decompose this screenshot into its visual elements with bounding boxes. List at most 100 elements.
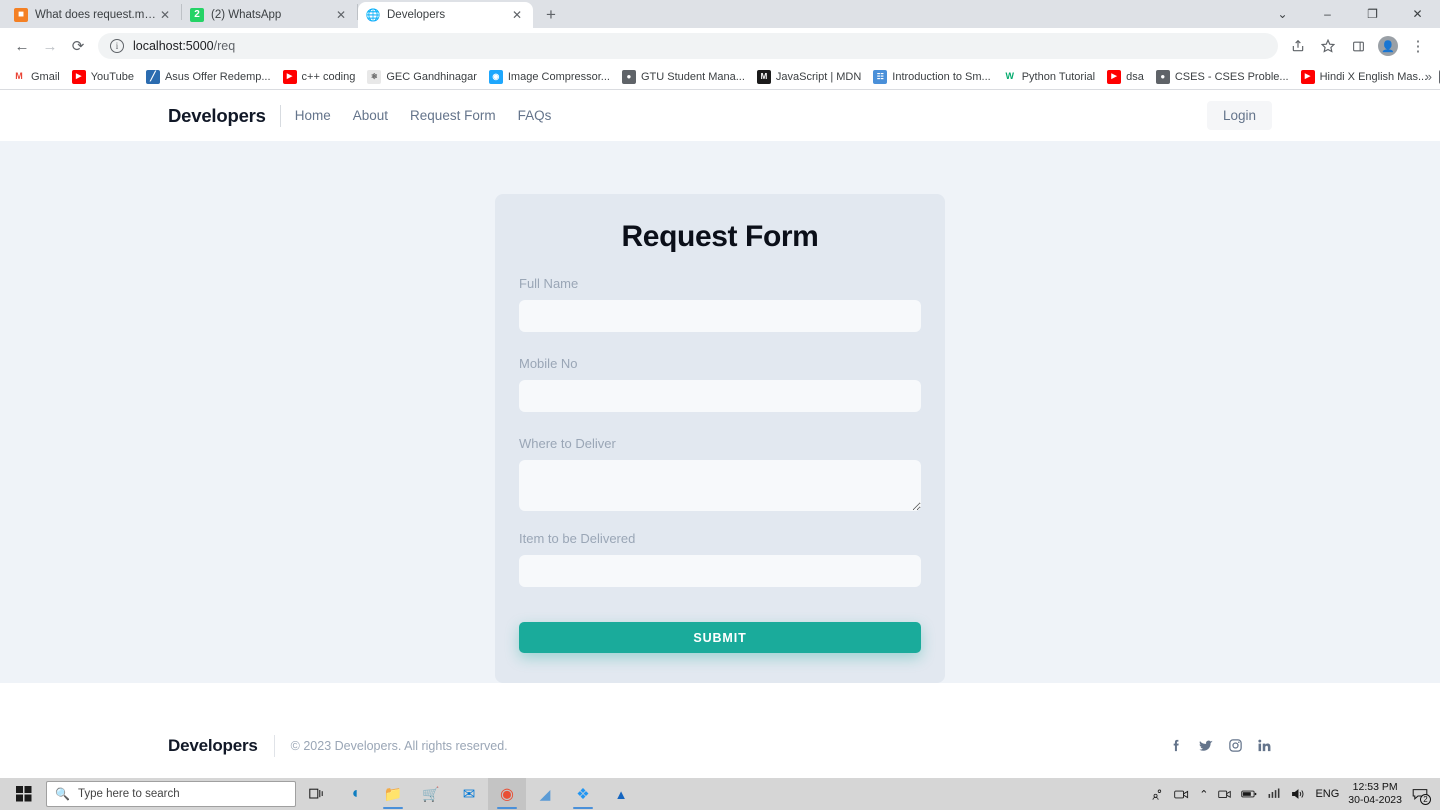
twitter-icon[interactable]	[1198, 738, 1214, 754]
close-icon[interactable]: ✕	[157, 7, 173, 23]
site-brand[interactable]: Developers	[168, 105, 266, 127]
where-to-deliver-textarea[interactable]	[519, 460, 921, 511]
bookmark-item[interactable]: ● GTU Student Mana...	[616, 66, 751, 88]
field-full-name: Full Name	[519, 276, 921, 352]
mobile-no-input[interactable]	[519, 380, 921, 412]
bookmark-item[interactable]: ● CSES - CSES Proble...	[1150, 66, 1295, 88]
profile-avatar[interactable]: 👤	[1374, 32, 1402, 60]
battery-icon[interactable]	[1236, 778, 1262, 810]
tab-title: (2) WhatsApp	[211, 9, 282, 21]
bookmark-item[interactable]: ╱ Asus Offer Redemp...	[140, 66, 277, 88]
forward-icon[interactable]: →	[36, 32, 64, 60]
youtube-icon: ▶	[282, 69, 297, 84]
taskbar-app-google-chrome[interactable]: ◉	[488, 778, 526, 810]
notification-center-button[interactable]: 2	[1410, 778, 1436, 810]
nav-link-about[interactable]: About	[353, 108, 388, 123]
taskbar-app-blue-app[interactable]: ◢	[526, 778, 564, 810]
new-tab-button[interactable]: +	[537, 2, 565, 28]
chrome-menu-icon[interactable]: ⋮	[1404, 32, 1432, 60]
wifi-icon[interactable]	[1262, 778, 1286, 810]
nav-link-request-form[interactable]: Request Form	[410, 108, 496, 123]
taskbar-app-file-explorer[interactable]: 📁	[374, 778, 412, 810]
youtube-icon: ▶	[71, 69, 86, 84]
navbar-links: Home About Request Form FAQs	[295, 108, 552, 123]
window-controls: ⌄ ‒ ❐ ✕	[1260, 0, 1440, 28]
taskbar-app-microsoft-edge[interactable]: ◖	[336, 778, 374, 810]
start-button[interactable]	[2, 778, 46, 810]
browser-tab-active[interactable]: 🌐 Developers ✕	[358, 2, 533, 28]
bookmark-label: GEC Gandhinagar	[386, 70, 477, 83]
stackoverflow-icon: ■	[14, 8, 28, 22]
language-indicator[interactable]: ENG	[1310, 778, 1344, 810]
close-window-button[interactable]: ✕	[1395, 0, 1440, 28]
close-icon[interactable]: ✕	[509, 7, 525, 23]
address-bar[interactable]: i localhost:5000/req	[98, 33, 1278, 59]
mail-icon: ✉	[462, 786, 476, 803]
bookmark-label: Python Tutorial	[1021, 70, 1096, 83]
smartphone-intro-icon: ☷	[873, 69, 888, 84]
facebook-icon[interactable]	[1169, 738, 1184, 753]
footer-copyright: © 2023 Developers. All rights reserved.	[290, 738, 508, 753]
linkedin-icon[interactable]	[1257, 738, 1272, 753]
browser-tab[interactable]: ■ What does request.method == " ✕	[6, 2, 181, 28]
back-icon[interactable]: ←	[8, 32, 36, 60]
chrome-icon: ◉	[500, 786, 514, 803]
bookmark-item[interactable]: ▶ YouTube	[66, 66, 140, 88]
label-item-to-be-delivered: Item to be Delivered	[519, 531, 636, 546]
asus-icon: ╱	[145, 69, 160, 84]
browser-tab[interactable]: 2 (2) WhatsApp ✕	[182, 2, 357, 28]
page-viewport: Developers Home About Request Form FAQs …	[0, 90, 1440, 778]
taskbar-app-mail[interactable]: ✉	[450, 778, 488, 810]
clock-date: 30-04-2023	[1348, 794, 1402, 806]
field-where-to-deliver: Where to Deliver	[519, 436, 921, 511]
tab-search-chevron-icon[interactable]: ⌄	[1260, 0, 1305, 28]
gmail-icon: M	[12, 69, 26, 84]
camera-icon[interactable]	[1213, 778, 1236, 810]
tab-title: What does request.method == "	[35, 9, 157, 21]
submit-button[interactable]: SUBMIT	[519, 622, 921, 653]
bookmark-star-icon[interactable]	[1314, 32, 1342, 60]
taskbar-app-microsoft-store[interactable]: 🛒	[412, 778, 450, 810]
instagram-icon[interactable]	[1228, 738, 1243, 753]
minimize-button[interactable]: ‒	[1305, 0, 1350, 28]
bookmarks-overflow-button[interactable]: »	[1421, 69, 1436, 84]
url-host: localhost:5000	[133, 39, 214, 53]
label-full-name: Full Name	[519, 276, 579, 291]
bookmark-item[interactable]: ☷ Introduction to Sm...	[867, 66, 996, 88]
side-panel-icon[interactable]	[1344, 32, 1372, 60]
navbar-divider	[279, 104, 281, 127]
maximize-button[interactable]: ❐	[1350, 0, 1395, 28]
url-text: localhost:5000/req	[133, 39, 235, 53]
people-icon[interactable]	[1146, 778, 1169, 810]
meet-now-icon[interactable]	[1169, 778, 1194, 810]
bookmark-label: Image Compressor...	[507, 70, 610, 83]
reload-icon[interactable]: ⟳	[64, 32, 92, 60]
close-icon[interactable]: ✕	[333, 7, 349, 23]
footer-brand: Developers	[168, 735, 258, 755]
full-name-input[interactable]	[519, 300, 921, 332]
item-to-be-delivered-input[interactable]	[519, 555, 921, 587]
task-view-button[interactable]	[298, 778, 336, 810]
site-info-icon[interactable]: i	[110, 39, 124, 53]
site-footer: Developers © 2023 Developers. All rights…	[0, 683, 1440, 778]
taskbar-app-visual-studio-code[interactable]: ❖	[564, 778, 602, 810]
volume-icon[interactable]	[1286, 778, 1310, 810]
windows-taskbar: 🔍 Type here to search ◖ 📁 🛒 ✉ ◉ ◢ ❖ ▲ ⌃ …	[0, 778, 1440, 810]
login-button[interactable]: Login	[1206, 101, 1272, 130]
search-input[interactable]: 🔍 Type here to search	[46, 781, 296, 807]
bookmark-item[interactable]: ▶ dsa	[1101, 66, 1150, 88]
bookmark-item[interactable]: W Python Tutorial	[997, 66, 1101, 88]
share-icon[interactable]	[1284, 32, 1312, 60]
bookmark-item[interactable]: ⚛ GEC Gandhinagar	[361, 66, 483, 88]
taskbar-clock[interactable]: 12:53 PM 30-04-2023	[1344, 778, 1410, 810]
nav-link-faqs[interactable]: FAQs	[518, 108, 552, 123]
chevron-up-icon[interactable]: ⌃	[1194, 778, 1213, 810]
bookmark-item[interactable]: ▶ c++ coding	[277, 66, 362, 88]
bookmark-item[interactable]: ▶ Hindi X English Mas...	[1295, 66, 1434, 88]
taskbar-app-blue-triangle-app[interactable]: ▲	[602, 778, 640, 810]
page-main: Request Form Full Name Mobile No Where t…	[0, 141, 1440, 683]
bookmark-item[interactable]: M Gmail	[6, 66, 66, 88]
bookmark-item[interactable]: M JavaScript | MDN	[751, 66, 867, 88]
bookmark-item[interactable]: ◉ Image Compressor...	[483, 66, 616, 88]
nav-link-home[interactable]: Home	[295, 108, 331, 123]
